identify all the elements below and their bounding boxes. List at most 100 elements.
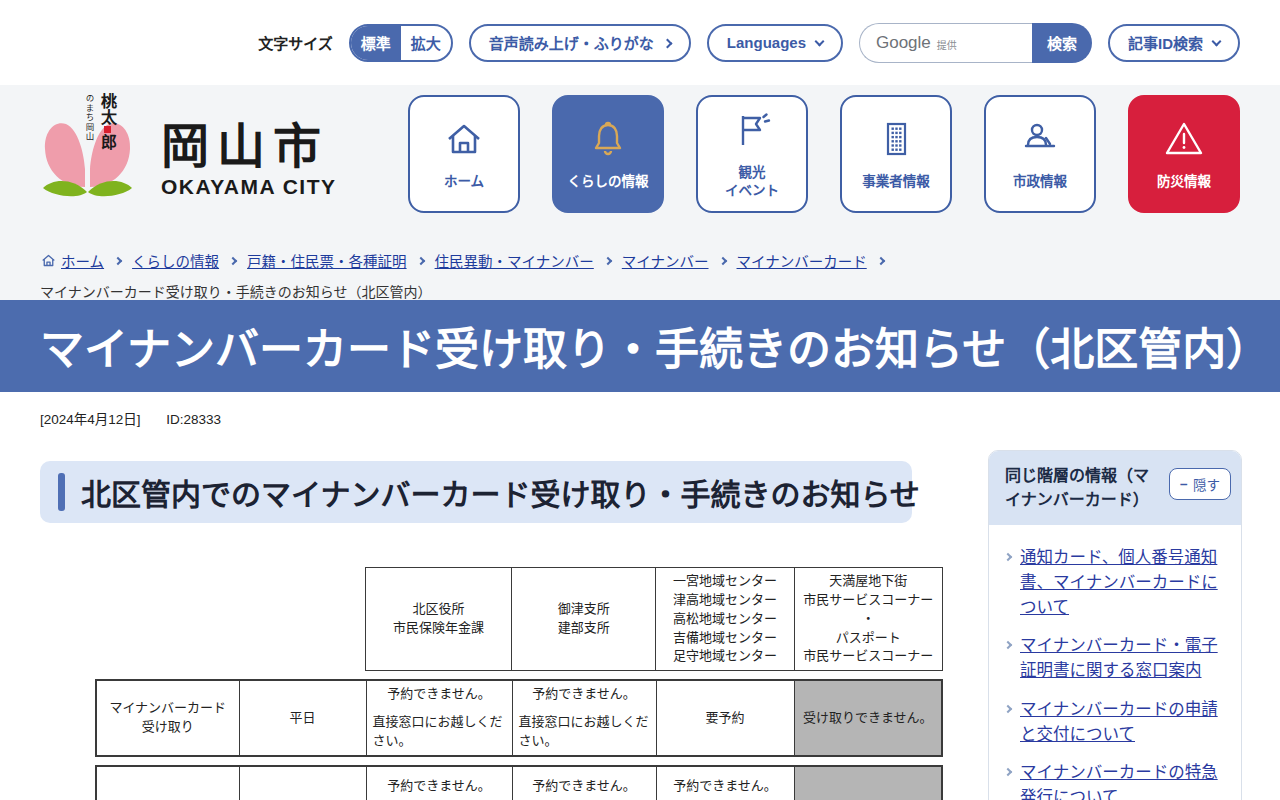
nav-label: 市政情報 — [1013, 173, 1067, 191]
building-icon — [874, 117, 918, 165]
table-header-blank — [95, 568, 365, 671]
chevron-right-icon — [604, 256, 612, 264]
search-button[interactable]: 検索 — [1032, 23, 1092, 63]
sidebar-header: 同じ階層の情報（マイナンバーカード） − 隠す — [989, 451, 1241, 525]
nav-button-flag[interactable]: 観光イベント — [696, 95, 808, 213]
breadcrumb-link[interactable]: くらしの情報 — [132, 250, 219, 271]
font-size-standard-button[interactable]: 標準 — [351, 26, 401, 60]
languages-button[interactable]: Languages — [707, 24, 843, 62]
breadcrumb-link[interactable]: 住民異動・マイナンバー — [435, 250, 594, 271]
site-search: Google 提供 検索 — [859, 23, 1092, 63]
sidebar-link-item: マイナンバーカードの申請と交付について — [1005, 697, 1231, 747]
main-nav: ホーム くらしの情報 観光イベント 事業者情報 市政情報 防災情報 — [408, 95, 1240, 213]
breadcrumb-current: マイナンバーカード受け取り・手続きのお知らせ（北区管内） — [40, 281, 1240, 301]
hide-button[interactable]: − 隠す — [1169, 468, 1231, 500]
sidebar-links: 通知カード、個人番号通知書、マイナンバーカードについてマイナンバーカード・電子証… — [989, 525, 1241, 800]
chevron-right-icon — [229, 256, 237, 264]
table-column-header: 御津支所建部支所 — [512, 568, 656, 671]
top-utility-bar: 文字サイズ 標準 拡大 音声読み上げ・ふりがな Languages Google… — [0, 0, 1280, 85]
table-row: マイナンバーカード受け取り平日予約できません。直接窓口にお越しください。予約でき… — [95, 679, 943, 757]
table-cell: 予約できません。 — [366, 766, 512, 800]
nav-button-bell[interactable]: くらしの情報 — [552, 95, 664, 213]
breadcrumb: ホームくらしの情報戸籍・住民票・各種証明住民異動・マイナンバーマイナンバーマイナ… — [0, 240, 1280, 301]
nav-button-warning[interactable]: 防災情報 — [1128, 95, 1240, 213]
sidebar-link-item: マイナンバーカード・電子証明書に関する窓口案内 — [1005, 633, 1231, 683]
heading-accent-bar — [58, 473, 65, 511]
nav-button-home[interactable]: ホーム — [408, 95, 520, 213]
counter-person-icon — [1018, 117, 1062, 165]
content-area: [2024年4月12日] ID:28333 北区管内でのマイナンバーカード受け取… — [0, 392, 1280, 800]
article-date: [2024年4月12日] — [40, 412, 141, 427]
chevron-right-icon — [1004, 641, 1012, 649]
site-name: 岡山市 — [161, 121, 337, 174]
breadcrumb-link[interactable]: マイナンバーカード — [737, 250, 867, 271]
page-title: マイナンバーカード受け取り・手続きのお知らせ（北区管内） — [40, 314, 1270, 378]
sidebar-link-item: マイナンバーカードの特急発行について — [1005, 760, 1231, 800]
main-column: 北区管内でのマイナンバーカード受け取り・手続きのお知らせ 北区役所市民保険年金課… — [40, 461, 912, 800]
nav-button-building[interactable]: 事業者情報 — [840, 95, 952, 213]
font-size-label: 文字サイズ — [258, 32, 333, 53]
table-cell: 予約できません。直接窓口にお越しください。 — [366, 680, 512, 756]
nav-label: 事業者情報 — [862, 173, 930, 191]
nav-label: ホーム — [444, 173, 484, 191]
sidebar-link-item: 通知カード、個人番号通知書、マイナンバーカードについて — [1005, 545, 1231, 619]
chevron-right-icon — [718, 256, 726, 264]
chevron-right-icon — [1004, 768, 1012, 776]
search-input[interactable]: Google 提供 — [859, 23, 1032, 63]
article-id-search-button[interactable]: 記事ID検索 — [1108, 24, 1240, 62]
bell-icon — [586, 117, 630, 165]
page-title-band: マイナンバーカード受け取り・手続きのお知らせ（北区管内） — [0, 300, 1280, 392]
home-icon — [442, 117, 486, 165]
table-header: 北区役所市民保険年金課御津支所建部支所一宮地域センター津高地域センター高松地域セ… — [95, 567, 943, 671]
site-header: のまち岡山 桃太郎 岡山市 OKAYAMA CITY ホームくらしの情報観光イベ… — [0, 85, 1280, 300]
table-column-header: 一宮地域センター津高地域センター高松地域センター吉備地域センター足守地域センター — [656, 568, 794, 671]
section-heading: 北区管内でのマイナンバーカード受け取り・手続きのお知らせ — [81, 470, 920, 514]
table-cell-unavailable — [794, 766, 942, 800]
related-info-sidebar: 同じ階層の情報（マイナンバーカード） − 隠す 通知カード、個人番号通知書、マイ… — [988, 450, 1242, 800]
article-meta: [2024年4月12日] ID:28333 — [40, 408, 1242, 428]
red-dot-icon — [104, 126, 111, 133]
schedule-table: 北区役所市民保険年金課御津支所建部支所一宮地域センター津高地域センター高松地域セ… — [95, 567, 912, 800]
breadcrumb-link[interactable]: マイナンバー — [622, 250, 709, 271]
site-logo[interactable]: のまち岡山 桃太郎 岡山市 OKAYAMA CITY — [40, 93, 337, 205]
table-column-header: 北区役所市民保険年金課 — [365, 568, 511, 671]
sidebar-link[interactable]: 通知カード、個人番号通知書、マイナンバーカードについて — [1020, 545, 1225, 619]
chevron-right-icon — [1004, 705, 1012, 713]
nav-label: 防災情報 — [1157, 173, 1211, 191]
logo-tagline-big: 桃太郎 — [95, 93, 119, 150]
chevron-right-icon — [1004, 553, 1012, 561]
font-size-toggle: 標準 拡大 — [349, 24, 453, 62]
table-cell: 要予約 — [656, 680, 794, 756]
font-size-large-button[interactable]: 拡大 — [401, 26, 451, 60]
sidebar-link[interactable]: マイナンバーカードの特急発行について — [1020, 760, 1225, 800]
voice-reading-button[interactable]: 音声読み上げ・ふりがな — [469, 24, 691, 62]
sidebar-link[interactable]: マイナンバーカードの申請と交付について — [1020, 697, 1225, 747]
flag-icon — [730, 108, 774, 156]
table-column-header: 天満屋地下街市民サービスコーナー・パスポート市民サービスコーナー — [794, 568, 942, 671]
table-cell: 予約できません。直接窓口にお越しください。 — [512, 680, 656, 756]
chevron-right-icon — [114, 256, 122, 264]
breadcrumb-link[interactable]: ホーム — [61, 250, 104, 271]
chevron-down-icon — [815, 36, 825, 46]
nav-button-counter-person[interactable]: 市政情報 — [984, 95, 1096, 213]
nav-label: 観光イベント — [725, 164, 779, 199]
chevron-right-icon — [416, 256, 424, 264]
table-cell — [239, 766, 366, 800]
chevron-right-icon — [662, 38, 672, 48]
table-cell: 予約できません。 — [512, 766, 656, 800]
peach-logo-icon: のまち岡山 桃太郎 — [40, 93, 135, 205]
breadcrumb-link[interactable]: 戸籍・住民票・各種証明 — [247, 250, 407, 271]
chevron-right-icon — [876, 256, 884, 264]
table-cell: 平日 — [239, 680, 366, 756]
nav-label: くらしの情報 — [568, 173, 649, 191]
logo-tagline-small: のまち岡山 — [83, 94, 95, 150]
site-name-en: OKAYAMA CITY — [161, 175, 337, 199]
table-row: 予約できません。予約できません。予約できません。 — [95, 765, 943, 800]
table-cell: マイナンバーカード受け取り — [96, 680, 239, 756]
sidebar-title: 同じ階層の情報（マイナンバーカード） — [1005, 464, 1163, 512]
section-heading-box: 北区管内でのマイナンバーカード受け取り・手続きのお知らせ — [40, 461, 912, 523]
minus-icon: − — [1180, 477, 1188, 492]
sidebar-link[interactable]: マイナンバーカード・電子証明書に関する窓口案内 — [1020, 633, 1225, 683]
table-cell — [96, 766, 239, 800]
breadcrumb-links: ホーム くらしの情報 戸籍・住民票・各種証明 住民異動・マイナンバー マイナンバー マイナ… — [40, 250, 1240, 271]
